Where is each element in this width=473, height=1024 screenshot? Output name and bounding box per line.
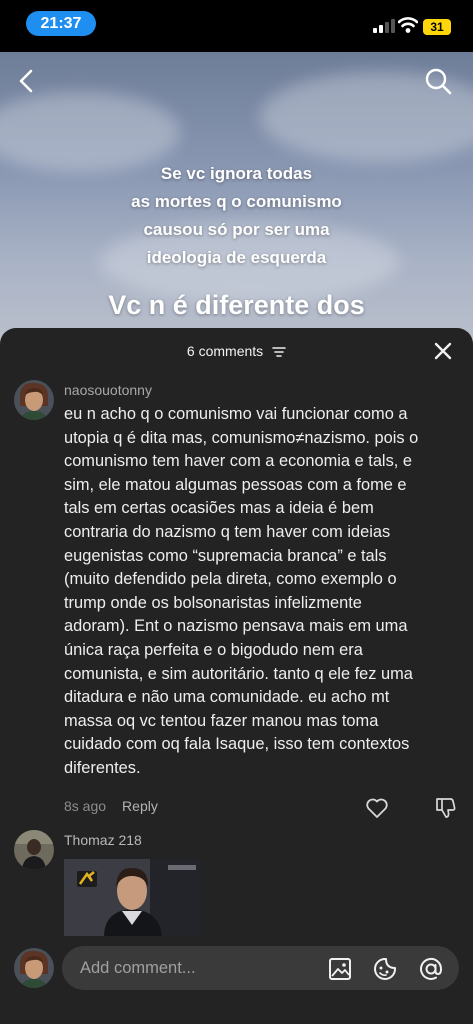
status-bar: 21:37 31 <box>0 0 473 52</box>
comment-line: cuidado com oq fala Isaque, isso tem con… <box>64 735 410 754</box>
comments-header: 6 comments <box>0 328 473 374</box>
comment-line: (muito defendido pela direta, como exemp… <box>64 570 397 589</box>
wifi-icon <box>398 17 418 33</box>
comment-line: adoram). Ent o nazismo pensava mais em u… <box>64 617 408 636</box>
comments-count-label: 6 comments <box>186 343 264 359</box>
comment-text: eu n acho q o comunismo vai funcionar co… <box>64 403 464 781</box>
close-icon[interactable] <box>432 340 454 362</box>
comment-username[interactable]: Thomaz 218 <box>64 832 142 848</box>
comment-line: sim, ele matou algumas pessoas com a fom… <box>64 475 407 494</box>
video-caption: Se vc ignora todas as mortes q o comunis… <box>0 160 473 272</box>
caption-line: causou só por ser uma <box>143 220 330 239</box>
comment-image-attachment[interactable] <box>64 859 201 937</box>
sticker-icon[interactable] <box>372 956 398 982</box>
battery-indicator: 31 <box>423 19 451 35</box>
comment-line: massa oq vc tentou fazer manou mas toma <box>64 711 379 730</box>
comment-username[interactable]: naosouotonny <box>64 382 152 398</box>
add-comment-input[interactable] <box>80 946 310 990</box>
comments-sheet: 6 comments naosouotonny eu n acho q o co… <box>0 328 473 1024</box>
caption-line: ideologia de esquerda <box>146 248 327 267</box>
search-icon[interactable] <box>423 66 453 96</box>
video-caption-large: Vc n é diferente dos <box>108 290 365 320</box>
comment-line: diferentes. <box>64 758 141 777</box>
comment-line: eugenistas como “supremacia branca” e ta… <box>64 546 387 565</box>
avatar[interactable] <box>14 380 54 420</box>
at-icon[interactable] <box>418 956 444 982</box>
video-background[interactable]: Se vc ignora todas as mortes q o comunis… <box>0 52 473 352</box>
heart-icon[interactable] <box>365 797 389 819</box>
comment-line: tals em certas ocasiões mas a ideia é be… <box>64 499 374 518</box>
sort-icon <box>272 347 286 358</box>
comment-line: trump onde os bolsonaristas infelizmente <box>64 593 362 612</box>
status-time: 21:37 <box>26 11 96 36</box>
image-icon[interactable] <box>327 956 353 982</box>
caption-line: Se vc ignora todas <box>160 164 313 183</box>
back-arrow-icon[interactable] <box>14 66 40 96</box>
avatar[interactable] <box>14 948 54 988</box>
caption-line: as mortes q o comunismo <box>131 192 342 211</box>
comment-meta: 8s ago Reply <box>64 798 158 814</box>
cellular-signal-icon <box>373 19 395 33</box>
comment-line: comunista, e sim autoritário. tanto q el… <box>64 664 413 683</box>
comments-sort-toggle[interactable]: 6 comments <box>0 343 473 359</box>
comment-line: única raça perfeita e o bigodudo nem era <box>64 640 363 659</box>
comment-time: 8s ago <box>64 798 107 814</box>
comment-line: utopia q é dita mas, comunismo≠nazismo. … <box>64 428 419 447</box>
comment-composer <box>0 936 473 1024</box>
comment-line: comunismo tem haver com a economia e tal… <box>64 452 412 471</box>
comment-line: ditadura e não uma comunidade. eu acho m… <box>64 688 390 707</box>
dislike-icon[interactable] <box>433 796 457 820</box>
reply-button[interactable]: Reply <box>122 798 158 814</box>
comment-line: contraria do nazismo q tem haver com ide… <box>64 522 391 541</box>
add-comment-field[interactable] <box>62 946 459 990</box>
comment-line: eu n acho q o comunismo vai funcionar co… <box>64 405 408 423</box>
avatar[interactable] <box>14 830 54 870</box>
